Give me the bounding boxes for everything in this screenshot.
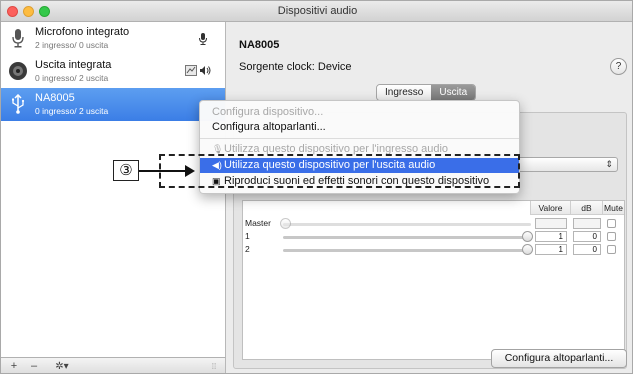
volume-slider-knob[interactable] (522, 231, 533, 242)
device-channels: 0 ingresso/ 2 uscita (35, 73, 109, 83)
column-header-value: Valore (530, 201, 570, 215)
usb-icon (8, 93, 28, 115)
db-field[interactable]: 0 (573, 244, 601, 255)
volume-slider[interactable] (283, 249, 531, 252)
value-field[interactable] (535, 218, 567, 229)
menu-separator (200, 138, 519, 139)
channel-label: 2 (245, 244, 250, 254)
device-list-toolbar: + – ✲▾ ⁞⁞ (1, 357, 226, 373)
minimize-window-button[interactable] (23, 6, 34, 17)
tab-input[interactable]: Ingresso (377, 85, 432, 100)
device-title: NA8005 (239, 39, 280, 51)
menu-item-configure-device[interactable]: Configura dispositivo... (200, 105, 519, 120)
clock-source: Sorgente clock: Device (239, 61, 352, 73)
speaker-icon (199, 65, 211, 79)
volume-slider-knob[interactable] (522, 244, 533, 255)
volume-table: Valore dB Mute Master 1 1 0 2 1 0 (242, 200, 625, 360)
add-device-button[interactable]: + (7, 360, 21, 373)
column-header-db: dB (570, 201, 602, 215)
device-name: Uscita integrata (35, 59, 112, 71)
remove-device-button[interactable]: – (27, 360, 41, 373)
clock-source-label: Sorgente clock: (239, 61, 315, 73)
tab-output[interactable]: Uscita (431, 85, 476, 100)
speaker-device-icon (8, 60, 28, 82)
volume-row-master: Master (243, 217, 624, 230)
volume-row-channel-2: 2 1 0 (243, 243, 624, 256)
annotation-arrow (139, 170, 187, 172)
annotation-dashed-box (159, 154, 520, 188)
configure-speakers-button[interactable]: Configura altoparlanti... (491, 349, 627, 368)
volume-row-channel-1: 1 1 0 (243, 230, 624, 243)
format-select[interactable]: ⇕ (514, 157, 618, 172)
device-list: Microfono integrato 2 ingresso/ 0 uscita… (1, 22, 226, 357)
gear-menu-button[interactable]: ✲▾ (49, 360, 75, 373)
title-bar: Dispositivi audio (1, 1, 632, 22)
value-field[interactable]: 1 (535, 231, 567, 242)
device-channels: 0 ingresso/ 2 uscita (35, 106, 109, 116)
mute-checkbox[interactable] (607, 219, 616, 228)
annotation-number: ③ (113, 160, 139, 181)
column-header-mute: Mute (602, 201, 624, 215)
channel-label: Master (245, 218, 271, 228)
device-item-microphone[interactable]: Microfono integrato 2 ingresso/ 0 uscita (1, 22, 225, 55)
channel-label: 1 (245, 231, 250, 241)
device-name: Microfono integrato (35, 26, 130, 38)
menu-item-configure-speakers[interactable]: Configura altoparlanti... (200, 120, 519, 135)
db-field[interactable] (573, 218, 601, 229)
annotation-arrow-head (185, 165, 195, 177)
device-name: NA8005 (35, 92, 75, 104)
value-field[interactable]: 1 (535, 244, 567, 255)
default-input-microphone-icon (199, 33, 207, 48)
device-channels: 2 ingresso/ 0 uscita (35, 40, 109, 50)
volume-slider[interactable] (283, 223, 531, 226)
device-detail-pane: NA8005 Sorgente clock: Device ? Ingresso… (227, 22, 632, 373)
help-button[interactable]: ? (610, 58, 627, 75)
mute-checkbox[interactable] (607, 232, 616, 241)
finder-icon (185, 65, 197, 79)
clock-source-value: Device (317, 61, 352, 73)
device-item-builtin-output[interactable]: Uscita integrata 0 ingresso/ 2 uscita (1, 55, 225, 88)
db-field[interactable]: 0 (573, 231, 601, 242)
resize-handle-icon[interactable]: ⁞⁞ (209, 360, 219, 373)
io-tabs: Ingresso Uscita (376, 84, 477, 101)
volume-slider[interactable] (283, 236, 531, 239)
close-window-button[interactable] (7, 6, 18, 17)
window-title: Dispositivi audio (277, 5, 358, 17)
microphone-icon (8, 27, 28, 49)
volume-slider-knob[interactable] (280, 218, 291, 229)
zoom-window-button[interactable] (39, 6, 50, 17)
device-item-na8005[interactable]: NA8005 0 ingresso/ 2 uscita (1, 88, 225, 121)
mute-checkbox[interactable] (607, 245, 616, 254)
